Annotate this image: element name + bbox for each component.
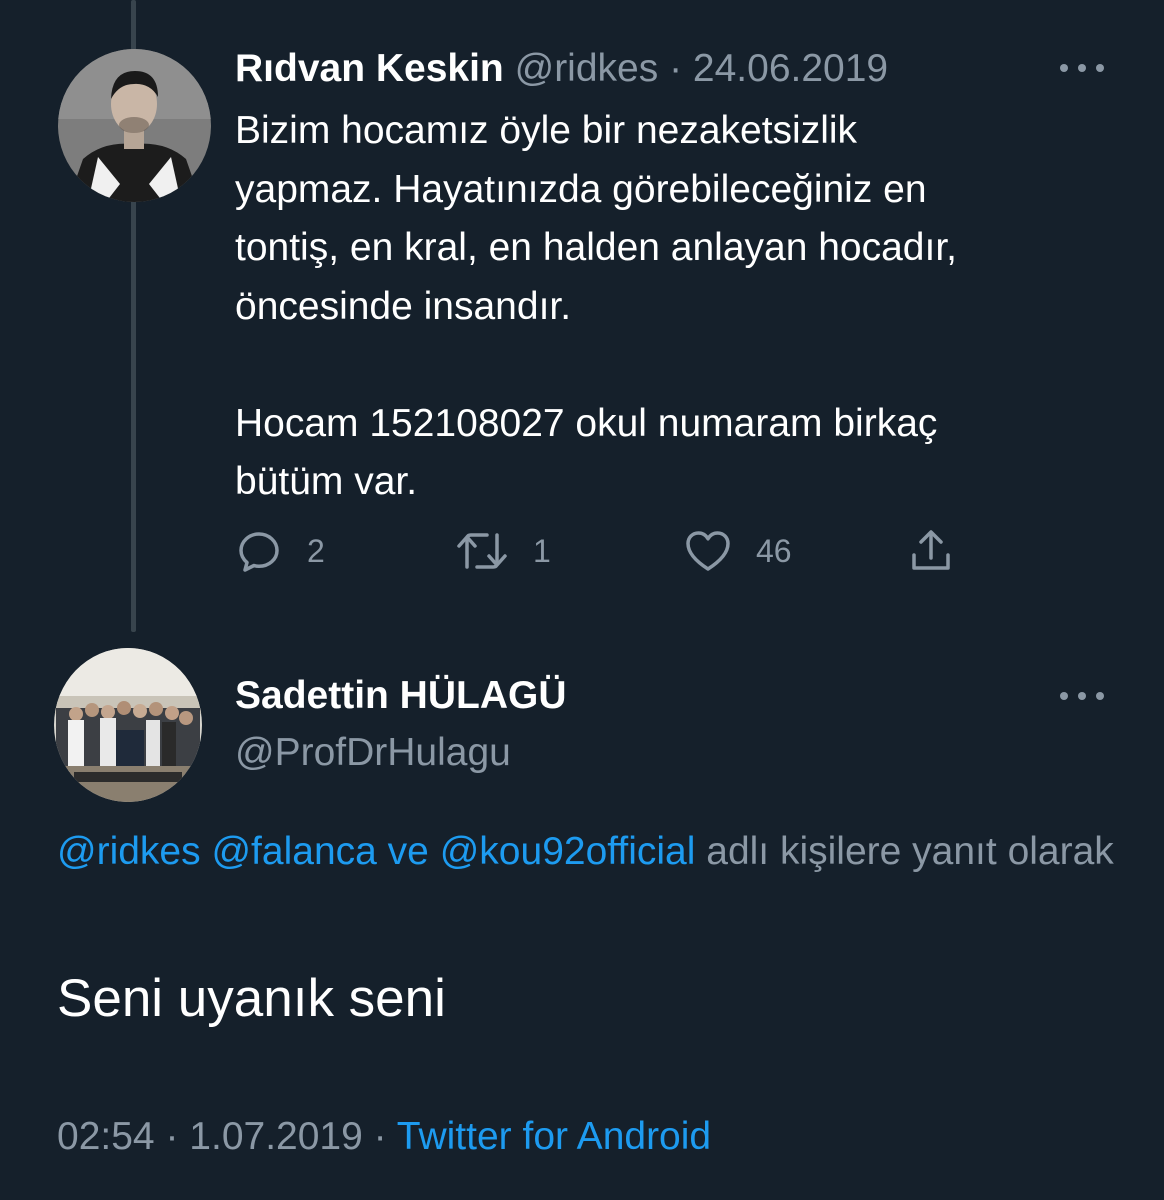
mention-conjunction: ve [387, 830, 429, 873]
reply-tweet-text: Seni uyanık seni [57, 969, 446, 1028]
share-button[interactable] [907, 527, 955, 575]
retweet-count: 1 [533, 532, 551, 569]
mention-link[interactable]: @falanca [211, 830, 376, 873]
share-icon [912, 530, 950, 570]
heart-icon [686, 531, 730, 571]
parent-tweet-text: Bizim hocamız öyle bir nezaketsizlik yap… [235, 109, 957, 503]
mention-link[interactable]: @kou92official [440, 830, 696, 873]
more-horizontal-icon[interactable] [1060, 689, 1104, 703]
like-count: 46 [756, 532, 792, 569]
reply-display-name[interactable]: Sadettin HÜLAGÜ [235, 673, 567, 719]
tweet-source-link[interactable]: Twitter for Android [397, 1115, 711, 1158]
reply-handle[interactable]: @ProfDrHulagu [235, 730, 511, 776]
replying-to-suffix: adlı kişilere yanıt olarak [706, 830, 1114, 873]
retweet-button[interactable]: 1 [455, 527, 551, 575]
like-button[interactable]: 46 [684, 527, 792, 575]
replying-to-line: @ridkes @falanca ve @kou92official adlı … [57, 822, 1117, 882]
parent-display-name[interactable]: Rıdvan Keskin [235, 47, 504, 90]
parent-date[interactable]: 24.06.2019 [693, 47, 888, 90]
parent-handle[interactable]: @ridkes [515, 47, 659, 90]
more-horizontal-icon[interactable] [1060, 61, 1104, 75]
meta-separator: · [373, 1115, 387, 1158]
parent-author-avatar[interactable] [58, 49, 211, 202]
tweet-meta-line: 02:54 · 1.07.2019 · Twitter for Android [57, 1112, 711, 1162]
reply-bubble-icon [239, 532, 279, 572]
reply-author-avatar[interactable] [54, 648, 202, 802]
meta-separator: · [165, 1115, 179, 1158]
reply-count: 2 [307, 532, 325, 569]
user-photo-avatar-icon [58, 49, 211, 202]
parent-tweet-header: Rıdvan Keskin @ridkes · 24.06.2019 [235, 46, 888, 92]
tweet-date: 1.07.2019 [189, 1115, 363, 1158]
group-photo-avatar-icon [54, 648, 202, 802]
retweet-icon [457, 533, 507, 569]
reply-button[interactable]: 2 [235, 527, 325, 575]
header-separator: · [669, 47, 683, 90]
mention-link[interactable]: @ridkes [57, 830, 201, 873]
tweet-time: 02:54 [57, 1115, 155, 1158]
